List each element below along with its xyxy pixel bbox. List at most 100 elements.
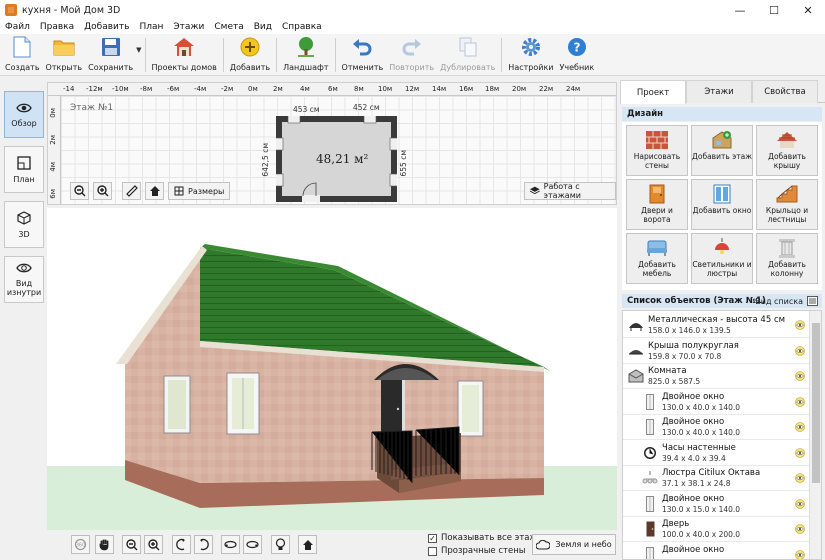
menu-floors[interactable]: Этажи <box>168 22 209 32</box>
object-list-item[interactable]: Двойное окно <box>623 543 809 560</box>
menu-edit[interactable]: Правка <box>35 22 79 32</box>
dimension-top-left: 453 см <box>293 105 320 114</box>
redo-icon <box>401 36 423 58</box>
checkbox-checked-icon: ✓ <box>428 533 437 543</box>
tilt-down-button[interactable] <box>243 535 262 554</box>
add-button[interactable]: Добавить <box>227 34 273 76</box>
object-list-item[interactable]: Двойное окно 130.0 x 40.0 x 140.0 <box>623 415 809 440</box>
menu-plan[interactable]: План <box>134 22 168 32</box>
add-column-button[interactable]: Добавить колонну <box>756 233 818 284</box>
visibility-eye-icon[interactable] <box>795 320 805 330</box>
plan-mode-button[interactable]: План <box>4 146 44 193</box>
visibility-eye-icon[interactable] <box>795 422 805 432</box>
3d-viewport[interactable] <box>47 208 617 530</box>
scrollbar-thumb[interactable] <box>812 323 820 483</box>
object-list-item[interactable]: Двойное окно 130.0 x 15.0 x 140.0 <box>623 492 809 517</box>
settings-button[interactable]: Настройки <box>505 34 556 76</box>
object-list-item[interactable]: Двойное окно 130.0 x 40.0 x 140.0 <box>623 390 809 415</box>
undo-button[interactable]: Отменить <box>339 34 387 76</box>
3d-zoom-out-button[interactable] <box>122 535 141 554</box>
landscape-button[interactable]: Ландшафт <box>280 34 331 76</box>
plan-view[interactable]: -14 -12м -10м -8м -6м -4м -2м 0м 2м 4м 6… <box>47 82 617 205</box>
object-size: 39.4 x 4.0 x 39.4 <box>662 453 726 463</box>
app-icon <box>5 4 17 16</box>
rotate-right-button[interactable] <box>194 535 213 554</box>
save-button[interactable]: Сохранить <box>85 34 136 76</box>
dimension-top-right: 452 см <box>353 103 380 112</box>
svg-text:?: ? <box>573 41 580 55</box>
house-icon <box>173 36 195 58</box>
draw-walls-button[interactable]: Нарисовать стены <box>626 125 688 176</box>
list-view-icon[interactable] <box>807 296 818 306</box>
tab-project[interactable]: Проект <box>620 80 686 104</box>
rotate-360-button[interactable]: 360 <box>71 535 90 554</box>
zoom-out-button[interactable] <box>70 182 89 200</box>
save-dropdown-icon[interactable]: ▼ <box>136 46 141 54</box>
object-name: Двойное окно <box>662 544 725 555</box>
tutorial-button[interactable]: ? Учебник <box>556 34 597 76</box>
lamps-and-chandeliers-button[interactable]: Светильники и люстры <box>691 233 753 284</box>
object-list[interactable]: Металлическая - высота 45 см 158.0 x 146.… <box>622 310 822 560</box>
object-list-item[interactable]: Дверь 100.0 x 40.0 x 200.0 <box>623 517 809 542</box>
sizes-button[interactable]: Размеры <box>168 182 231 200</box>
layers-icon <box>530 186 540 195</box>
add-roof-button[interactable]: Добавить крышу <box>756 125 818 176</box>
close-icon[interactable]: ✕ <box>791 0 825 20</box>
zoom-in-button[interactable] <box>93 182 112 200</box>
floors-work-button[interactable]: Работа с этажами <box>524 182 616 200</box>
open-button[interactable]: Открыть <box>43 34 86 76</box>
rotate-left-button[interactable] <box>172 535 191 554</box>
duplicate-button[interactable]: Дублировать <box>437 34 498 76</box>
maximize-icon[interactable]: ☐ <box>757 0 791 20</box>
object-list-item[interactable]: Люстра Citilux Октава 37.1 x 38.1 x 24.8 <box>623 466 809 491</box>
menu-view[interactable]: Вид <box>249 22 277 32</box>
menu-add[interactable]: Добавить <box>79 22 134 32</box>
object-list-scrollbar[interactable] <box>809 311 821 559</box>
3d-zoom-in-button[interactable] <box>144 535 163 554</box>
visibility-eye-icon[interactable] <box>795 371 805 381</box>
menu-file[interactable]: Файл <box>0 22 35 32</box>
tab-floors[interactable]: Этажи <box>686 80 752 103</box>
menu-help[interactable]: Справка <box>277 22 327 32</box>
add-floor-button[interactable]: Добавить этаж <box>691 125 753 176</box>
visibility-eye-icon[interactable] <box>795 524 805 534</box>
house-projects-button[interactable]: Проекты домов <box>149 34 220 76</box>
minimize-icon[interactable]: — <box>723 0 757 20</box>
visibility-eye-icon[interactable] <box>795 498 805 509</box>
visibility-eye-icon[interactable] <box>795 549 805 560</box>
home-view-button[interactable] <box>145 182 164 200</box>
tilt-up-button[interactable] <box>221 535 240 554</box>
object-list-item[interactable]: Комната 825.0 x 587.5 <box>623 364 809 389</box>
menu-estimate[interactable]: Смета <box>209 22 248 32</box>
visibility-eye-icon[interactable] <box>795 396 805 407</box>
home-icon <box>302 539 313 550</box>
list-view-toggle[interactable]: Вид списка <box>755 297 803 306</box>
object-list-item[interactable]: Металлическая - высота 45 см 158.0 x 146.… <box>623 313 809 338</box>
inside-view-button[interactable]: Вид изнутри <box>4 256 44 303</box>
ground-and-sky-button[interactable]: Земля и небо <box>532 534 616 555</box>
3d-home-button[interactable] <box>298 535 317 554</box>
tab-properties[interactable]: Свойства <box>752 80 818 103</box>
pan-button[interactable] <box>95 535 114 554</box>
create-button[interactable]: Создать <box>2 34 43 76</box>
3d-mode-button[interactable]: 3D <box>4 201 44 248</box>
light-button[interactable] <box>271 535 290 554</box>
add-window-button[interactable]: Добавить окно <box>691 179 753 230</box>
add-furniture-button[interactable]: Добавить мебель <box>626 233 688 284</box>
porch-and-stairs-button[interactable]: Крыльцо и лестницы <box>756 179 818 230</box>
object-list-item[interactable]: Крыша полукруглая 159.8 x 70.0 x 70.8 <box>623 339 809 364</box>
object-list-item[interactable]: Часы настенные 39.4 x 4.0 x 39.4 <box>623 441 809 466</box>
doors-and-gates-button[interactable]: Двери и ворота <box>626 179 688 230</box>
help-icon: ? <box>566 36 588 58</box>
redo-button[interactable]: Повторить <box>386 34 437 76</box>
visibility-eye-icon[interactable] <box>795 473 805 483</box>
transparent-walls-checkbox[interactable]: Прозрачные стены <box>428 546 525 556</box>
zoom-out-icon <box>125 538 137 550</box>
show-all-floors-checkbox[interactable]: ✓ Показывать все этажи <box>428 533 543 543</box>
measure-button[interactable] <box>122 182 141 200</box>
visibility-eye-icon[interactable] <box>795 447 805 458</box>
visibility-eye-icon[interactable] <box>795 345 805 356</box>
object-name: Двойное окно <box>662 493 725 504</box>
zoom-out-icon <box>73 185 85 197</box>
overview-mode-button[interactable]: Обзор <box>4 91 44 138</box>
